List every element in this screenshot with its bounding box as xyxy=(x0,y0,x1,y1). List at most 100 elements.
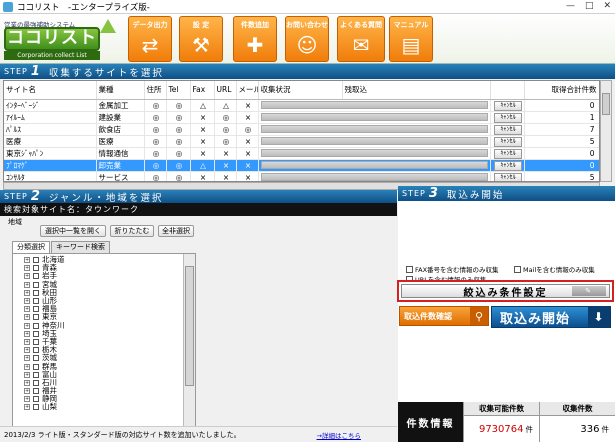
check-count-button[interactable]: 取込件数確認 ⚲ xyxy=(399,306,489,326)
contact-button[interactable]: お問い合わせ ☺ xyxy=(285,16,329,62)
open-selected-button[interactable]: 選択中一覧を開く xyxy=(40,225,106,237)
tree-item[interactable]: + 群馬 xyxy=(13,362,195,370)
col-status[interactable]: 収集状況 xyxy=(258,81,343,100)
tree-item[interactable]: + 富山 xyxy=(13,370,195,379)
add-count-button[interactable]: 件数追加 ✚ xyxy=(233,16,277,62)
col-remaining[interactable]: 残取込 xyxy=(342,81,491,100)
tree-item[interactable]: + 岩手 xyxy=(13,272,195,280)
col-address[interactable]: 住所 xyxy=(144,81,167,100)
prefecture-checkbox[interactable] xyxy=(33,338,39,345)
site-table-vscroll[interactable] xyxy=(600,80,612,182)
prefecture-checkbox[interactable] xyxy=(33,281,39,288)
tab-category[interactable]: 分類選択 xyxy=(12,241,50,253)
fax-only-option[interactable]: FAX番号を含む情報のみ収集 xyxy=(406,264,499,274)
vscroll-thumb[interactable] xyxy=(602,93,610,115)
collapse-button[interactable]: 折りたたむ xyxy=(110,225,154,237)
tree-item[interactable]: + 神奈川 xyxy=(13,321,195,330)
prefecture-checkbox[interactable] xyxy=(33,322,39,329)
prefecture-checkbox[interactable] xyxy=(33,363,39,370)
faq-button[interactable]: よくある質問 ✉ xyxy=(337,16,385,62)
tree-item[interactable]: + 青森 xyxy=(13,264,195,272)
tree-item[interactable]: + 福井 xyxy=(13,387,195,395)
prefecture-checkbox[interactable] xyxy=(33,347,39,354)
tree-item[interactable]: + 東京 xyxy=(13,313,195,321)
tab-keyword[interactable]: キーワード検索 xyxy=(51,241,110,253)
table-row[interactable]: ｺﾝｻﾙﾀ サービス ◎ ◎ × × × ｷｬﾝｾﾙ 5 xyxy=(4,171,599,181)
cancel-button[interactable]: ｷｬﾝｾﾙ xyxy=(494,172,522,181)
prefecture-checkbox[interactable] xyxy=(33,330,39,337)
expand-icon[interactable]: + xyxy=(24,298,30,305)
tree-item[interactable]: + 栃木 xyxy=(13,346,195,354)
close-button[interactable]: ✕ xyxy=(603,1,611,11)
table-row[interactable]: ﾌﾟﾛﾏｹﾞ 卸売業 ◎ ◎ △ × × ｷｬﾝｾﾙ 0 xyxy=(4,159,599,172)
prefecture-checkbox[interactable] xyxy=(33,355,39,362)
col-total[interactable]: 取得合計件数 xyxy=(524,81,599,100)
expand-icon[interactable]: + xyxy=(24,322,30,329)
prefecture-checkbox[interactable] xyxy=(33,404,39,411)
prefecture-checkbox[interactable] xyxy=(33,314,39,321)
tree-scroll-thumb[interactable] xyxy=(185,266,194,386)
expand-icon[interactable]: + xyxy=(24,396,30,403)
cancel-button[interactable]: ｷｬﾝｾﾙ xyxy=(494,136,522,146)
cancel-button[interactable]: ｷｬﾝｾﾙ xyxy=(494,148,522,158)
expand-icon[interactable]: + xyxy=(24,363,30,370)
expand-icon[interactable]: + xyxy=(24,347,30,354)
deselect-all-button[interactable]: 全非選択 xyxy=(158,225,194,237)
expand-icon[interactable]: + xyxy=(24,265,30,272)
start-import-button[interactable]: 取込み開始 ⬇ xyxy=(491,306,611,328)
mail-only-checkbox[interactable] xyxy=(514,265,521,273)
tree-item[interactable]: + 山形 xyxy=(13,297,195,305)
manual-button[interactable]: マニュアル ▤ xyxy=(389,16,433,62)
prefecture-checkbox[interactable] xyxy=(33,388,39,395)
tree-item[interactable]: + 北海道 xyxy=(13,256,195,264)
expand-icon[interactable]: + xyxy=(24,330,30,337)
tree-item[interactable]: + 埼玉 xyxy=(13,329,195,338)
prefecture-checkbox[interactable] xyxy=(33,273,39,280)
prefecture-checkbox[interactable] xyxy=(33,371,39,378)
mail-only-option[interactable]: Mailを含む情報のみ収集 xyxy=(514,264,595,274)
details-link[interactable]: →詳細はこちら xyxy=(317,430,361,440)
table-row[interactable]: ｲﾝﾀｰﾍﾞｰｼﾞ 金属加工 ◎ ◎ △ △ × ｷｬﾝｾﾙ 0 xyxy=(4,99,599,112)
expand-icon[interactable]: + xyxy=(24,289,30,296)
expand-icon[interactable]: + xyxy=(24,281,30,288)
expand-icon[interactable]: + xyxy=(24,355,30,362)
prefecture-checkbox[interactable] xyxy=(33,306,39,313)
expand-icon[interactable]: + xyxy=(24,338,30,345)
table-row[interactable]: ｱｲﾙｰﾑ 建設業 ◎ ◎ × ◎ × ｷｬﾝｾﾙ 1 xyxy=(4,111,599,124)
cancel-button[interactable]: ｷｬﾝｾﾙ xyxy=(494,112,522,122)
table-row[interactable]: 東京ｼﾞｬﾊﾟﾝ 情報通信 ◎ ◎ × × × ｷｬﾝｾﾙ 0 xyxy=(4,147,599,160)
prefecture-checkbox[interactable] xyxy=(33,257,39,264)
col-url[interactable]: URL xyxy=(214,81,237,100)
col-site-name[interactable]: サイト名 xyxy=(4,81,97,100)
cancel-button[interactable]: ｷｬﾝｾﾙ xyxy=(494,124,522,134)
tree-item[interactable]: + 石川 xyxy=(13,378,195,387)
expand-icon[interactable]: + xyxy=(24,388,30,395)
col-tel[interactable]: Tel xyxy=(166,81,191,100)
col-fax[interactable]: Fax xyxy=(190,81,215,100)
cancel-button[interactable]: ｷｬﾝｾﾙ xyxy=(494,160,522,170)
minimize-button[interactable]: — xyxy=(566,1,575,11)
prefecture-checkbox[interactable] xyxy=(33,289,39,296)
expand-icon[interactable]: + xyxy=(24,314,30,321)
expand-icon[interactable]: + xyxy=(24,306,30,313)
tree-item[interactable]: + 静岡 xyxy=(13,395,195,403)
tree-item[interactable]: + 宮城 xyxy=(13,280,195,289)
filter-condition-button[interactable]: 絞込み条件設定 ✎ xyxy=(401,284,610,299)
prefecture-checkbox[interactable] xyxy=(33,379,39,386)
prefecture-checkbox[interactable] xyxy=(33,396,39,403)
cancel-button[interactable]: ｷｬﾝｾﾙ xyxy=(494,100,522,110)
maximize-button[interactable]: □ xyxy=(585,1,594,11)
prefecture-checkbox[interactable] xyxy=(33,298,39,305)
tree-item[interactable]: + 山梨 xyxy=(13,403,195,411)
col-industry[interactable]: 業種 xyxy=(96,81,145,100)
prefecture-checkbox[interactable] xyxy=(33,265,39,272)
expand-icon[interactable]: + xyxy=(24,273,30,280)
fax-only-checkbox[interactable] xyxy=(406,265,413,273)
tree-item[interactable]: + 福島 xyxy=(13,305,195,313)
expand-icon[interactable]: + xyxy=(24,257,30,264)
expand-icon[interactable]: + xyxy=(24,379,30,386)
tree-vscroll[interactable] xyxy=(183,254,195,426)
export-button[interactable]: データ出力 ⇄ xyxy=(128,16,172,62)
expand-icon[interactable]: + xyxy=(24,404,30,411)
tree-item[interactable]: + 千葉 xyxy=(13,337,195,346)
